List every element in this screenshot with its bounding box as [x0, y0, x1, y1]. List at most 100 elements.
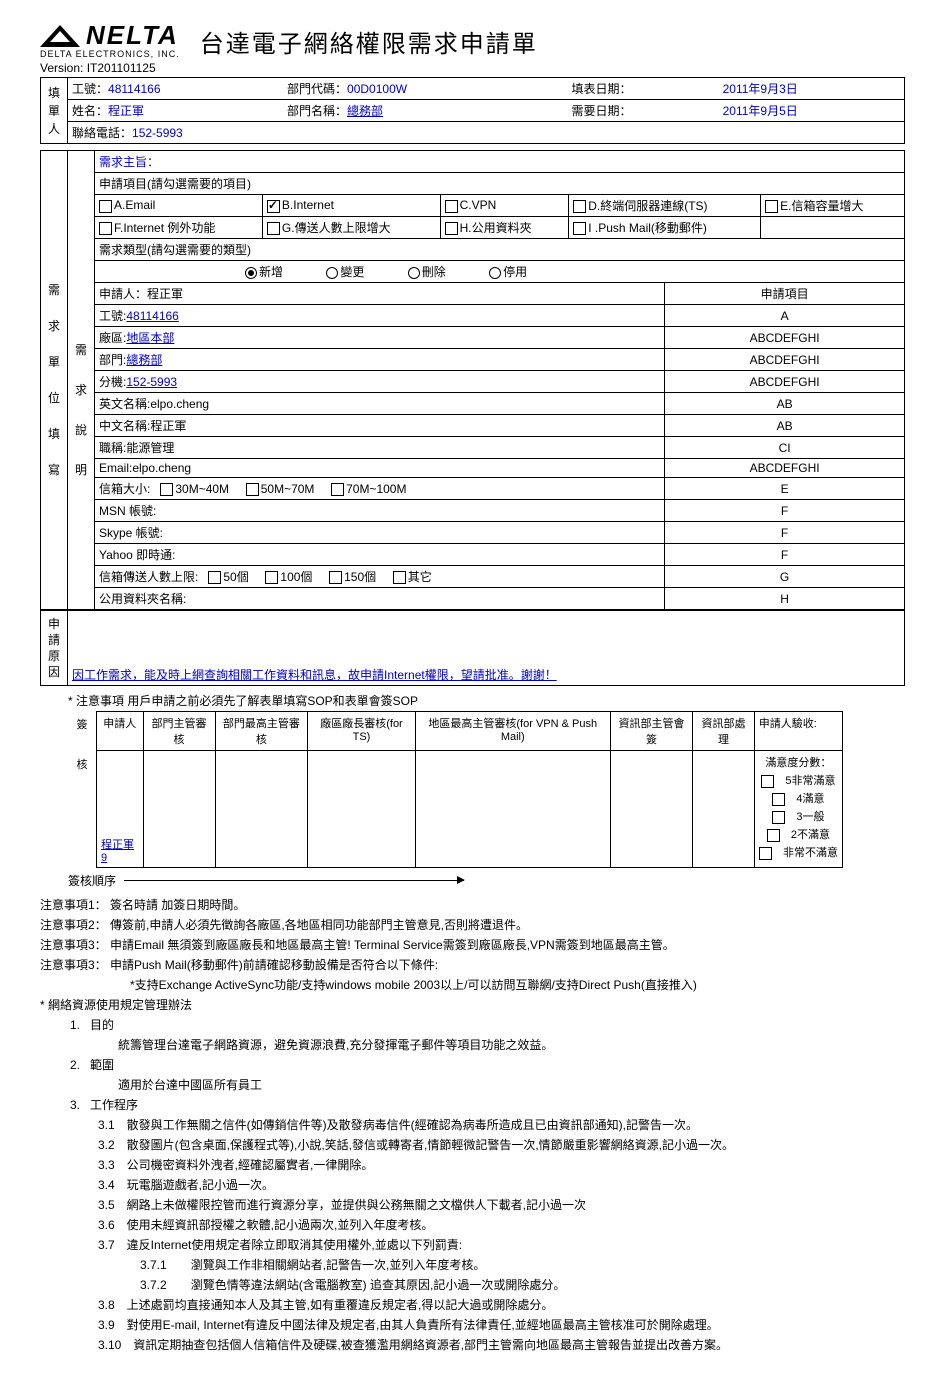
notes: 注意事項1： 簽名時請 加簽日期時間。 注意事項2： 傳簽前,申請人必須先徵詢各… [40, 895, 905, 1355]
fill-date-label: 填表日期： [572, 82, 632, 96]
sat-0[interactable]: 5非常滿意 [759, 772, 838, 790]
opt-f[interactable]: F.Internet 例外功能 [95, 217, 263, 239]
send-opt-0[interactable]: 50個 [208, 570, 248, 584]
opt-d[interactable]: D.終端伺服器連線(TS) [569, 195, 761, 217]
type-change[interactable]: 變更 [326, 265, 364, 279]
p3-7: 3.7 違反Internet使用規定者除立即取消其使用權外,並處以下列罰責: [98, 1235, 905, 1255]
sign-label: 簽核 [68, 712, 97, 868]
sig-applicant[interactable]: 程正軍9 [101, 839, 134, 864]
p3-7-2: 3.7.2 瀏覽色情等違法網站(含電腦教室) 追查其原因,記小過一次或開除處分。 [140, 1275, 905, 1295]
p3-7-1: 3.7.1 瀏覽與工作非相關網站者,記警告一次,並列入年度考核。 [140, 1255, 905, 1275]
mailbox-opt-2[interactable]: 70M~100M [331, 482, 406, 496]
sat-3[interactable]: 2不滿意 [759, 826, 838, 844]
p3-8: 3.8 上述處罰均直接通知本人及其主管,如有重覆違反規定者,得以記大過或開除處分… [98, 1295, 905, 1315]
send-opt-2[interactable]: 150個 [329, 570, 376, 584]
opt-e[interactable]: E.信箱容量增大 [761, 195, 905, 217]
folder-label: 公用資料夾名稱: [95, 588, 665, 610]
sig-h-1: 部門主管審核 [143, 712, 215, 751]
opt-h[interactable]: H.公用資料夾 [440, 217, 569, 239]
opt-g[interactable]: G.傳送人數上限增大 [262, 217, 440, 239]
opt-i[interactable]: I .Push Mail(移動郵件) [569, 217, 761, 239]
skype-label: Skype 帳號: [95, 522, 665, 544]
yahoo-label: Yahoo 即時通: [95, 544, 665, 566]
mailbox-opt-0[interactable]: 30M~40M [160, 482, 229, 496]
p3-2: 3.2 散發圖片(包含桌面,保護程式等),小說,笑話,發信或轉寄者,情節輕微記警… [98, 1135, 905, 1155]
row-cnname: 程正軍 [150, 419, 186, 433]
push-note: *支持Exchange ActiveSync功能/支持windows mobil… [130, 975, 905, 995]
dept-name-label: 部門名稱： [287, 104, 347, 118]
dept-name[interactable]: 總務部 [347, 104, 383, 118]
msn-label: MSN 帳號: [95, 500, 665, 522]
version: Version: IT201101125 [40, 61, 905, 75]
p3-6: 3.6 使用未經資訊部授權之軟體,記小過兩次,並列入年度考核。 [98, 1215, 905, 1235]
opt-b[interactable]: B.Internet [262, 195, 440, 217]
sig-h-0: 申請人 [97, 712, 144, 751]
company-sub: DELTA ELECTRONICS, INC. [40, 49, 180, 59]
p3-1: 3.1 散發與工作無關之信件(如傳銷信件等)及散發病毒信件(經確認為病毒所造成且… [98, 1115, 905, 1135]
emp-no: 48114166 [108, 82, 161, 96]
satisfaction-title: 滿意度分數： [759, 754, 838, 772]
row-title: 能源管理 [126, 441, 174, 455]
sig-h-5: 資訊部主管會簽 [610, 712, 692, 751]
sig-h-3: 廠區廠長審核(for TS) [308, 712, 415, 751]
sat-4[interactable]: 非常不滿意 [759, 844, 838, 862]
row-empno[interactable]: 48114166 [126, 309, 179, 323]
request-table: 需求單位填寫 需求說明 需求主旨： 申請項目(請勾選需要的項目) A.Email… [40, 150, 905, 610]
policy-title: * 網絡資源使用規定管理辦法 [40, 995, 905, 1015]
logo-triangle-icon [40, 25, 80, 47]
p3-10: 3.10 資訊定期抽查包括個人信箱信件及硬碟,被查獲濫用網絡資源者,部門主管需向… [98, 1335, 905, 1355]
type-add[interactable]: 新增 [245, 265, 283, 279]
req-desc-label: 需求說明 [68, 151, 95, 610]
row-enname: elpo.cheng [150, 397, 209, 411]
p3-9: 3.9 對使用E-mail, Internet有違反中國法律及規定者,由其人負責… [98, 1315, 905, 1335]
send-opt-1[interactable]: 100個 [265, 570, 312, 584]
phone-label: 聯絡電話： [72, 126, 132, 140]
type-stop[interactable]: 停用 [489, 265, 527, 279]
sat-2[interactable]: 3一般 [759, 808, 838, 826]
opt-c[interactable]: C.VPN [440, 195, 569, 217]
applicant-name: 程正軍 [108, 104, 144, 118]
need-date: 2011年9月5日 [723, 104, 798, 118]
p3-3: 3.3 公司機密資料外洩者,經確認屬實者,一律開除。 [98, 1155, 905, 1175]
sop-note: * 注意事項 用戶申請之前必須先了解表單填寫SOP和表單會簽SOP [68, 692, 905, 709]
subject-label: 需求主旨： [95, 151, 905, 173]
sat-1[interactable]: 4滿意 [759, 790, 838, 808]
p3-4: 3.4 玩電腦遊戲者,記小過一次。 [98, 1175, 905, 1195]
p3-5: 3.5 網路上未做權限控管而進行資源分享，並提供與公務無關之文檔供人下載者,記小… [98, 1195, 905, 1215]
phone: 152-5993 [132, 126, 183, 140]
sig-h-6: 資訊部處理 [693, 712, 755, 751]
send-opt-3[interactable]: 其它 [393, 570, 432, 584]
type-delete[interactable]: 刪除 [408, 265, 446, 279]
row-site[interactable]: 地區本部 [126, 331, 174, 345]
apply-item-header: 申請項目 [665, 283, 905, 305]
fill-date: 2011年9月3日 [723, 82, 798, 96]
reason-label: 申請原因 [41, 611, 68, 686]
unit-fill-label: 需求單位填寫 [41, 151, 68, 610]
name-label: 姓名： [72, 104, 108, 118]
company-name: NELTA [86, 20, 179, 51]
emp-no-label: 工號： [72, 82, 108, 96]
policy-1-title: 目的 [90, 1018, 114, 1032]
dept-code-label: 部門代碼： [287, 82, 347, 96]
note-2: 注意事項2： 傳簽前,申請人必須先徵詢各廠區,各地區相同功能部門主管意見,否則將… [40, 915, 905, 935]
filler-label: 填單人 [41, 78, 68, 144]
policy-2-title: 範圍 [90, 1058, 114, 1072]
row-ext[interactable]: 152-5993 [126, 375, 177, 389]
signature-table: 簽核 申請人 部門主管審核 部門最高主管審核 廠區廠長審核(for TS) 地區… [68, 711, 843, 868]
mailbox-opt-1[interactable]: 50M~70M [246, 482, 315, 496]
info-table: 填單人 工號：48114166 部門代碼：00D0100W 填表日期： 2011… [40, 77, 905, 144]
note-3: 注意事項3： 申請Email 無須簽到廠區廠長和地區最高主管! Terminal… [40, 935, 905, 955]
dept-code: 00D0100W [347, 82, 407, 96]
sig-h-2: 部門最高主管審核 [215, 712, 308, 751]
note-4: 注意事項3： 申請Push Mail(移動郵件)前請確認移動設備是否符合以下條件… [40, 955, 905, 975]
row-email: elpo.cheng [132, 461, 191, 475]
type-label: 需求類型(請勾選需要的類型) [95, 239, 905, 261]
items-label: 申請項目(請勾選需要的項目) [95, 173, 905, 195]
sig-h-7: 申請人驗收: [754, 712, 842, 751]
policy-1-body: 統籌管理台達電子網路資源，避免資源浪費,充分發揮電子郵件等項目功能之效益。 [118, 1035, 905, 1055]
row-dept[interactable]: 總務部 [126, 353, 162, 367]
note-1: 注意事項1： 簽名時請 加簽日期時間。 [40, 895, 905, 915]
opt-a[interactable]: A.Email [95, 195, 263, 217]
send-limit-label: 信箱傳送人數上限: [99, 570, 198, 584]
mailbox-label: 信箱大小: [99, 482, 150, 496]
